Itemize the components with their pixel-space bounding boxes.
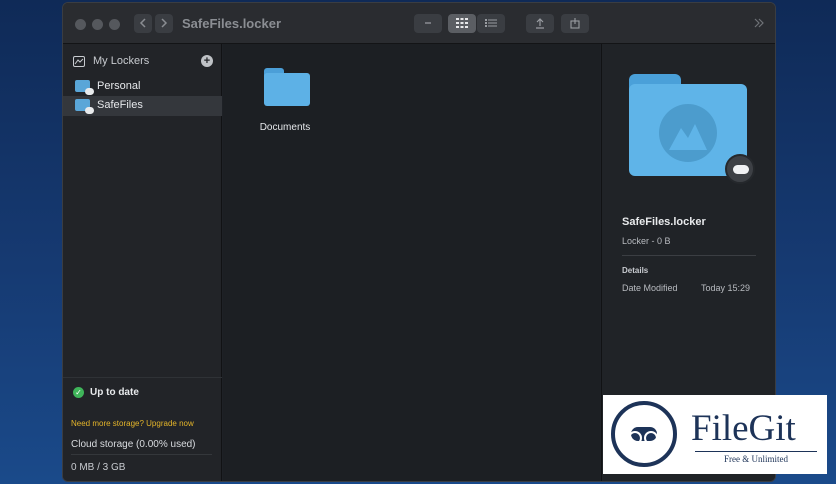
upload-button[interactable] (526, 14, 554, 33)
upgrade-link[interactable]: Need more storage? Upgrade now (71, 419, 194, 428)
sidebar-item-safefiles[interactable]: SafeFiles (63, 96, 222, 116)
mountain-emblem-icon (659, 104, 717, 162)
share-icon (570, 18, 580, 29)
storage-divider (71, 454, 212, 455)
folder-item-documents[interactable]: Documents (259, 64, 319, 134)
locker-name: SafeFiles.locker (622, 216, 706, 228)
back-button[interactable] (134, 14, 152, 33)
folder-label: Documents (259, 122, 311, 133)
share-button[interactable] (561, 14, 589, 33)
plus-icon: + (203, 55, 211, 67)
upload-icon (536, 18, 544, 29)
lockers-icon (73, 56, 85, 67)
titlebar: SafeFiles.locker (63, 3, 775, 44)
check-icon: ✓ (73, 387, 84, 398)
minimize-window-button[interactable] (92, 19, 103, 30)
close-window-button[interactable] (75, 19, 86, 30)
file-browser: Documents (223, 44, 600, 481)
sidebar-item-label: SafeFiles (97, 99, 143, 111)
inspector-divider (622, 255, 756, 256)
chevron-right-icon (161, 18, 168, 28)
watermark: FileGit Free & Unlimited (603, 395, 827, 474)
details-heading: Details (622, 266, 649, 275)
sidebar-item-label: Personal (97, 80, 141, 92)
cloud-storage-label: Cloud storage (0.00% used) (71, 439, 196, 450)
overflow-button[interactable] (753, 16, 765, 34)
grid-icon (456, 18, 468, 28)
list-icon (485, 19, 497, 27)
chevron-left-icon (139, 18, 146, 28)
storage-usage: 0 MB / 3 GB (71, 462, 126, 473)
sync-status-text: Up to date (90, 387, 139, 398)
locker-folder-icon (75, 99, 94, 114)
sidebar-item-personal[interactable]: Personal (63, 77, 222, 97)
window-title: SafeFiles.locker (182, 16, 281, 31)
list-view-button[interactable] (477, 14, 505, 33)
cloud-badge-icon (725, 154, 755, 184)
sidebar-footer: ✓ Up to date Need more storage? Upgrade … (63, 377, 222, 481)
sidebar-header: My Lockers + (73, 54, 213, 72)
sidebar-header-label: My Lockers (93, 55, 150, 67)
add-locker-button[interactable]: + (201, 55, 213, 67)
forward-button[interactable] (155, 14, 173, 33)
filegit-logo-icon (611, 401, 677, 467)
sidebar: My Lockers + Personal SafeFiles ✓ Up to … (63, 44, 222, 481)
zoom-window-button[interactable] (109, 19, 120, 30)
zoom-out-button[interactable] (414, 14, 442, 33)
locker-folder-icon (75, 80, 94, 95)
watermark-name: FileGit (691, 408, 796, 449)
locker-folder-icon (629, 74, 755, 184)
minus-icon (425, 22, 431, 24)
date-modified-label: Date Modified (622, 283, 678, 293)
locker-subtitle: Locker - 0 B (622, 236, 671, 246)
folder-icon (264, 68, 310, 106)
grid-view-button[interactable] (448, 14, 476, 33)
date-modified-value: Today 15:29 (701, 283, 751, 293)
double-chevron-right-icon (754, 18, 764, 28)
watermark-tagline: Free & Unlimited (695, 451, 817, 464)
